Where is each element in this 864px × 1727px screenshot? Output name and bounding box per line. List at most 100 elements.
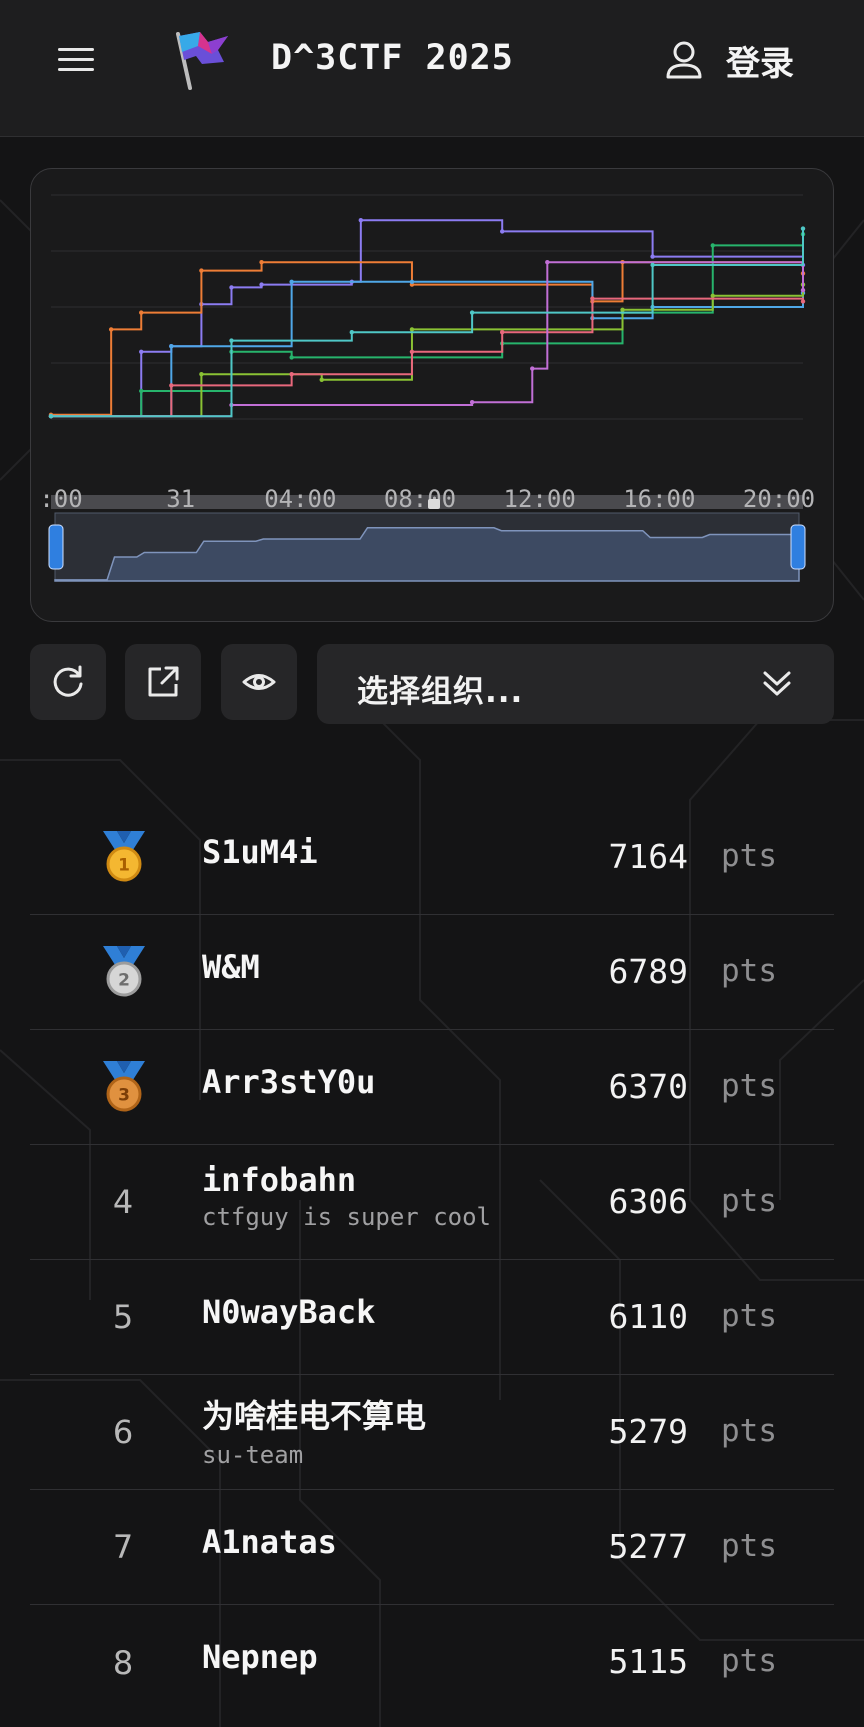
visibility-toggle-button[interactable]	[221, 644, 297, 720]
team-info: W&M	[202, 948, 260, 986]
user-icon	[666, 41, 702, 79]
leaderboard-row[interactable]: 2 W&M 6789 pts	[30, 915, 834, 1030]
score-unit: pts	[721, 838, 777, 874]
team-name[interactable]: S1uM4i	[202, 833, 318, 871]
refresh-icon	[53, 665, 83, 697]
team-name[interactable]: A1natas	[202, 1523, 337, 1561]
series-line	[51, 219, 804, 418]
series-point	[169, 383, 174, 388]
series-point	[289, 355, 294, 360]
team-score: 7164	[608, 837, 688, 876]
series-point	[139, 388, 144, 394]
team-name[interactable]: Arr3stY0u	[202, 1063, 375, 1101]
x-tick-label: 31	[166, 485, 195, 513]
rank-number: 5	[112, 1298, 134, 1336]
menu-bar	[58, 58, 94, 61]
hamburger-menu-button[interactable]	[56, 44, 96, 74]
svg-text:3: 3	[118, 1086, 130, 1106]
series-point	[139, 349, 144, 354]
series-point	[620, 307, 625, 312]
team-name[interactable]: 为啥桂电不算电	[202, 1391, 426, 1437]
series-point	[500, 229, 505, 234]
team-subtitle: ctfguy is super cool	[202, 1203, 491, 1231]
team-info: A1natas	[202, 1523, 337, 1561]
team-info: Nepnep	[202, 1638, 318, 1676]
refresh-button[interactable]	[30, 644, 106, 720]
series-point	[590, 296, 595, 301]
login-label: 登录	[726, 43, 794, 84]
gold-medal-icon: 1	[103, 831, 145, 882]
team-score: 6370	[608, 1067, 688, 1106]
score-chart-card: :00 31 04:00 08:00 12:00 16:00 20:00	[30, 168, 834, 622]
range-slider-left-handle	[48, 524, 64, 570]
series-point	[319, 377, 324, 382]
series-point	[650, 254, 655, 259]
range-slider-grip-icon	[428, 499, 440, 509]
team-info: S1uM4i	[202, 833, 318, 871]
eye-icon	[242, 674, 276, 690]
team-name[interactable]: N0wayBack	[202, 1293, 375, 1331]
team-score: 6789	[608, 952, 688, 991]
login-button[interactable]: 登录	[664, 36, 794, 84]
external-link-icon	[148, 666, 179, 697]
series-point	[229, 285, 234, 290]
leaderboard-row[interactable]: 3 Arr3stY0u 6370 pts	[30, 1030, 834, 1145]
series-point	[358, 218, 364, 223]
x-tick-label: 16:00	[623, 485, 695, 513]
series-point	[409, 279, 415, 284]
series-point	[800, 226, 806, 231]
series-point	[800, 299, 806, 304]
team-score: 6306	[608, 1182, 688, 1221]
series-point	[530, 366, 535, 371]
organization-select[interactable]: 选择组织...	[317, 644, 834, 724]
svg-text:1: 1	[118, 856, 130, 876]
leaderboard-row[interactable]: 1 S1uM4i 7164 pts	[30, 800, 834, 915]
leaderboard-row[interactable]: 4 infobahn ctfguy is super cool 6306 pts	[30, 1145, 834, 1260]
x-tick-label: :00	[39, 485, 82, 513]
series-point	[139, 310, 144, 315]
series-point	[48, 414, 54, 419]
series-point	[289, 372, 294, 377]
team-info: N0wayBack	[202, 1293, 375, 1331]
series-point	[800, 288, 806, 293]
leaderboard-row[interactable]: 7 A1natas 5277 pts	[30, 1490, 834, 1605]
series-point	[259, 282, 264, 287]
top-app-bar: D^3CTF 2025 登录	[0, 0, 864, 137]
series-line	[51, 284, 804, 418]
team-name[interactable]: W&M	[202, 948, 260, 986]
bronze-medal-icon: 3	[103, 1061, 145, 1112]
series-point	[710, 293, 715, 298]
x-tick-label: 20:00	[743, 485, 815, 513]
x-tick-label: 04:00	[264, 485, 336, 513]
series-point	[108, 327, 114, 332]
team-score: 5115	[608, 1642, 688, 1681]
series-point	[469, 310, 475, 315]
team-score: 5279	[608, 1412, 688, 1451]
score-unit: pts	[721, 953, 777, 989]
menu-bar	[58, 48, 94, 51]
rank-number: 7	[112, 1528, 134, 1566]
export-button[interactable]	[125, 644, 201, 720]
silver-medal-icon: 2	[103, 946, 145, 997]
flag-logo-icon[interactable]	[172, 28, 232, 92]
series-point	[409, 327, 415, 332]
score-progress-chart[interactable]: :00 31 04:00 08:00 12:00 16:00 20:00	[31, 169, 834, 622]
leaderboard-row[interactable]: 8 Nepnep 5115 pts	[30, 1605, 834, 1720]
team-info: 为啥桂电不算电 su-team	[202, 1391, 426, 1469]
score-unit: pts	[721, 1413, 777, 1449]
team-info: Arr3stY0u	[202, 1063, 375, 1101]
team-score: 6110	[608, 1297, 688, 1336]
series-point	[229, 338, 234, 343]
series-point	[199, 372, 204, 377]
leaderboard-row[interactable]: 6 为啥桂电不算电 su-team 5279 pts	[30, 1375, 834, 1490]
score-unit: pts	[721, 1528, 777, 1564]
team-name[interactable]: infobahn	[202, 1161, 491, 1199]
team-name[interactable]: Nepnep	[202, 1638, 318, 1676]
series-point	[199, 268, 204, 273]
x-tick-label: 08:00	[384, 485, 456, 513]
series-point	[545, 260, 550, 265]
series-point	[650, 262, 655, 268]
leaderboard-row[interactable]: 5 N0wayBack 6110 pts	[30, 1260, 834, 1375]
leaderboard: 1 S1uM4i 7164 pts 2 W&M 6789 pts 3 Arr3stY0u 6370 p…	[30, 800, 834, 1720]
series-point	[469, 400, 475, 405]
